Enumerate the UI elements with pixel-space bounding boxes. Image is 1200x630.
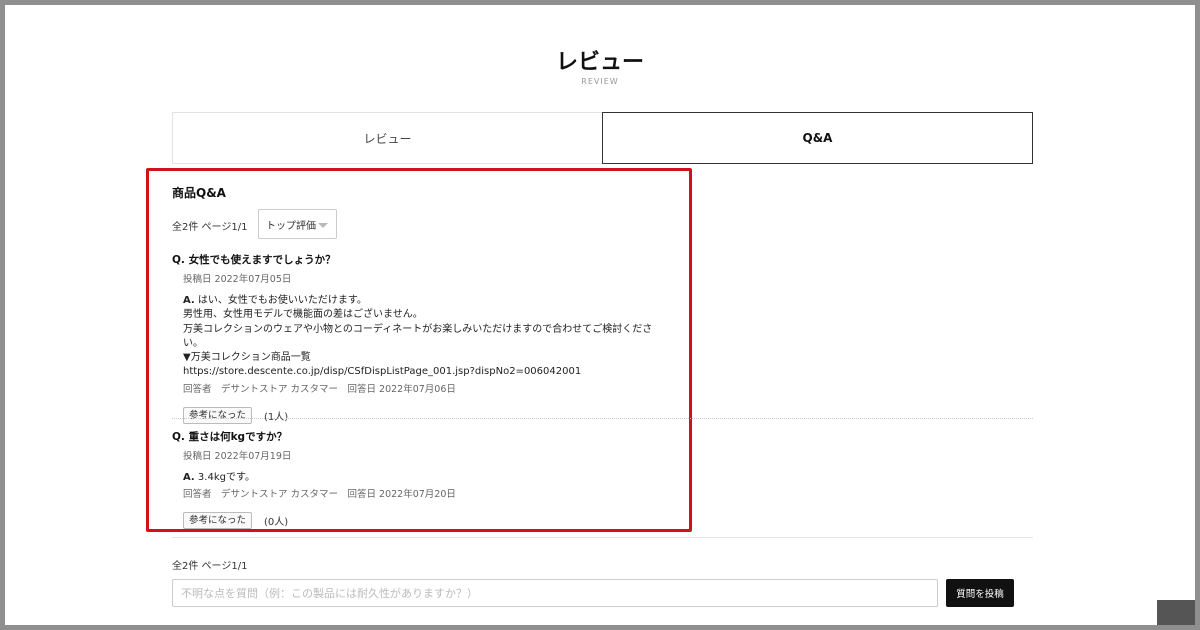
question-input[interactable]	[172, 579, 938, 607]
chevron-down-icon	[318, 223, 328, 228]
question-posted-date: 投稿日 2022年07月05日	[183, 274, 292, 285]
helpful-row: 参考になった (0人)	[183, 512, 660, 530]
page-title: レビュー	[555, 50, 644, 75]
sort-selected-value: トップ評価	[266, 220, 316, 232]
answer-mark: A.	[183, 295, 195, 306]
answer-mark: A.	[183, 472, 195, 483]
scroll-top-button[interactable]	[1157, 600, 1195, 625]
answer-link[interactable]: https://store.descente.co.jp/disp/CSfDis…	[183, 365, 660, 379]
question-text: Q. 女性でも使えますでしょうか？	[172, 254, 336, 266]
helpful-button[interactable]: 参考になった	[183, 512, 253, 530]
qa-count-label: 全2件 ページ1/1	[172, 222, 248, 233]
helpful-button[interactable]: 参考になった	[183, 406, 253, 424]
answer-line: 男性用、女性用モデルで機能面の差はございません。	[183, 309, 423, 321]
review-tabs: レビュー Q&A	[172, 112, 1033, 164]
helpful-row: 参考になった (1人)	[183, 406, 660, 424]
section-divider	[172, 537, 1033, 538]
sort-select[interactable]: トップ評価	[258, 209, 337, 239]
qa-item: Q. 重さは何kgですか？ 投稿日 2022年07月19日 A. 3.4kgです…	[172, 429, 660, 530]
answer-body: A. はい、女性でもお使いいただけます。 男性用、女性用モデルで機能面の差はござ…	[183, 294, 660, 380]
qa-count-label-bottom: 全2件 ページ1/1	[172, 561, 248, 572]
question-text: Q. 重さは何kgですか？	[172, 431, 288, 443]
helpful-count: (0人)	[264, 517, 289, 529]
qa-divider	[172, 418, 1033, 419]
tab-review[interactable]: レビュー	[172, 112, 602, 164]
answerer-info: 回答者 デサントストア カスタマー 回答日 2022年07月20日	[183, 489, 456, 501]
qa-section-title: 商品Q&A	[172, 186, 226, 200]
qa-item: Q. 女性でも使えますでしょうか？ 投稿日 2022年07月05日 A. はい、…	[172, 252, 660, 424]
answer-line: 万美コレクションのウェアや小物とのコーディネートがお楽しみいただけますので合わせ…	[183, 323, 653, 349]
answer-line: 3.4kgです。	[197, 472, 255, 483]
question-posted-date: 投稿日 2022年07月19日	[183, 451, 292, 462]
answer-body: A. 3.4kgです。	[183, 471, 660, 485]
submit-question-button[interactable]: 質問を投稿	[946, 579, 1014, 607]
tab-qa[interactable]: Q&A	[602, 112, 1033, 164]
answerer-info: 回答者 デサントストア カスタマー 回答日 2022年07月06日	[183, 383, 456, 395]
page-subtitle: REVIEW	[581, 77, 619, 86]
answer-line: ▼万美コレクション商品一覧	[183, 352, 311, 364]
answer-line: はい、女性でもお使いいただけます。	[197, 295, 367, 306]
helpful-count: (1人)	[264, 411, 289, 423]
